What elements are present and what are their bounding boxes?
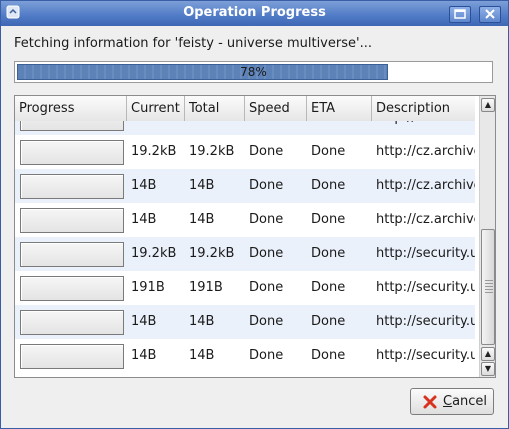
operation-progress-window: Operation Progress Fetching information … xyxy=(0,0,509,429)
cell-speed: Done xyxy=(249,178,284,193)
cell-speed: Done xyxy=(249,212,284,227)
cell-description: http://security.u xyxy=(376,314,475,329)
cancel-mnemonic: C xyxy=(443,394,453,409)
cell-total: 19.2kB xyxy=(189,246,235,261)
arrow-up-icon: ▲ xyxy=(484,100,492,109)
table-row[interactable]: 19.2kB 19.2kB Done Done http://security.u xyxy=(15,237,475,271)
cell-current: 14B xyxy=(131,348,157,363)
column-header-speed[interactable]: Speed xyxy=(245,96,307,121)
cell-description: http://security.u xyxy=(376,280,475,295)
grip-icon xyxy=(485,280,493,294)
cell-current: 191B xyxy=(127,121,185,135)
overall-progress-bar: 78% xyxy=(14,61,493,83)
vertical-scrollbar[interactable]: ▲ ▲ ▼ xyxy=(479,96,495,377)
cell-eta: Done xyxy=(311,280,346,295)
cell-total: 191B xyxy=(185,121,245,135)
cell-total: 14B xyxy=(189,314,215,329)
scroll-up-button[interactable]: ▲ xyxy=(481,98,495,112)
cell-speed: Done xyxy=(249,144,284,159)
cancel-x-icon xyxy=(423,395,437,409)
cell-eta: Done xyxy=(307,121,372,135)
close-button[interactable] xyxy=(479,6,501,23)
title-bar[interactable]: Operation Progress xyxy=(1,1,508,26)
maximize-icon xyxy=(454,9,466,19)
cell-eta: Done xyxy=(311,314,346,329)
scroll-down-button[interactable]: ▼ xyxy=(481,362,495,376)
column-header-total[interactable]: Total xyxy=(185,96,245,121)
column-header-description[interactable]: Description xyxy=(372,96,475,121)
row-progress-bar xyxy=(20,208,124,233)
cell-total: 19.2kB xyxy=(189,144,235,159)
row-progress-bar xyxy=(20,344,124,369)
downloads-table: Progress Current Total Speed ETA Descrip… xyxy=(14,95,496,378)
table-row[interactable]: 14B 14B Done Done http://security.u xyxy=(15,305,475,339)
cell-total: 14B xyxy=(189,212,215,227)
close-icon xyxy=(485,9,495,19)
cell-eta: Done xyxy=(311,144,346,159)
cell-speed: Done xyxy=(249,314,284,329)
table-row[interactable]: 191B 191B Done Done http://security.u xyxy=(15,271,475,305)
cell-description: http://cz.archive xyxy=(372,121,475,135)
column-header-current[interactable]: Current xyxy=(127,96,185,121)
cell-description: http://cz.archive xyxy=(376,144,475,159)
cell-current: 191B xyxy=(131,280,165,295)
table-body[interactable]: 191B191BDoneDonehttp://cz.archive19.2kB1… xyxy=(15,121,475,377)
scroll-thumb[interactable] xyxy=(481,229,495,345)
cell-current: 19.2kB xyxy=(131,144,177,159)
table-row[interactable]: 191B191BDoneDonehttp://cz.archive xyxy=(15,121,475,135)
column-header-progress[interactable]: Progress xyxy=(15,96,127,121)
cancel-label-rest: ancel xyxy=(452,394,488,409)
cell-eta: Done xyxy=(311,178,346,193)
cell-speed: Done xyxy=(249,280,284,295)
cell-current: 14B xyxy=(131,314,157,329)
cell-description: http://security.u xyxy=(376,348,475,363)
column-header-eta[interactable]: ETA xyxy=(307,96,372,121)
cell-total: 14B xyxy=(189,348,215,363)
scroll-up-button-lower[interactable]: ▲ xyxy=(481,347,495,361)
row-progress-bar xyxy=(20,242,124,267)
row-progress-bar xyxy=(20,140,124,165)
window-title: Operation Progress xyxy=(183,5,326,20)
cell-current: 14B xyxy=(131,212,157,227)
cancel-label: Cancel xyxy=(443,394,487,409)
cell-current: 19.2kB xyxy=(131,246,177,261)
status-text: Fetching information for 'feisty - unive… xyxy=(14,36,372,51)
arrow-down-icon: ▼ xyxy=(484,364,492,373)
cell-current: 14B xyxy=(131,178,157,193)
table-header: Progress Current Total Speed ETA Descrip… xyxy=(15,96,475,122)
cell-eta: Done xyxy=(311,212,346,227)
cancel-button[interactable]: Cancel xyxy=(410,388,494,415)
progress-percent-label: 78% xyxy=(240,65,267,79)
row-progress-bar xyxy=(20,174,124,199)
cell-eta: Done xyxy=(311,246,346,261)
row-progress-bar xyxy=(20,276,124,301)
cell-description: http://cz.archive xyxy=(376,212,475,227)
cell-description: http://cz.archive xyxy=(376,178,475,193)
row-progress-bar xyxy=(20,121,124,131)
cell-speed: Done xyxy=(245,121,307,135)
cell-total: 14B xyxy=(189,178,215,193)
table-row[interactable]: 14B 14B Done Done http://cz.archive xyxy=(15,169,475,203)
table-row[interactable]: 14B 14B Done Done http://security.u xyxy=(15,339,475,373)
table-row[interactable]: 14B 14B Done Done http://cz.archive xyxy=(15,203,475,237)
table-row[interactable]: 19.2kB 19.2kB Done Done http://cz.archive xyxy=(15,135,475,169)
arrow-up-icon: ▲ xyxy=(484,349,492,358)
cell-eta: Done xyxy=(311,348,346,363)
cell-speed: Done xyxy=(249,348,284,363)
cell-total: 191B xyxy=(189,280,223,295)
row-progress-bar xyxy=(20,310,124,335)
cell-description: http://security.u xyxy=(376,246,475,261)
cell-speed: Done xyxy=(249,246,284,261)
maximize-button[interactable] xyxy=(449,6,471,23)
